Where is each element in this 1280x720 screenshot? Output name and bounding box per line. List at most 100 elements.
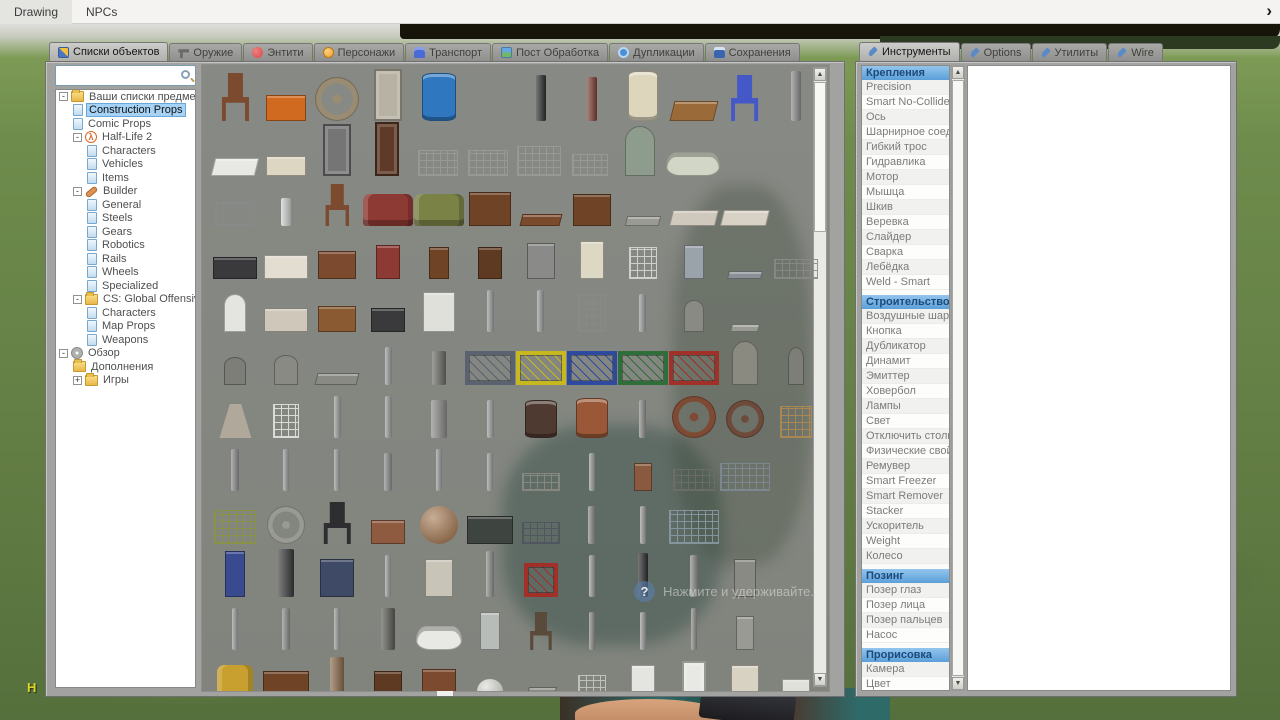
tree-item[interactable]: Steels bbox=[56, 212, 195, 226]
tool-item[interactable]: Ускоритель bbox=[862, 519, 949, 534]
prop-thumbnail[interactable] bbox=[324, 184, 350, 226]
prop-thumbnail[interactable] bbox=[640, 506, 646, 544]
prop-thumbnail[interactable] bbox=[213, 257, 257, 279]
tool-item[interactable]: Ховербол bbox=[862, 384, 949, 399]
prop-thumbnail[interactable] bbox=[471, 71, 509, 121]
prop-thumbnail[interactable] bbox=[736, 616, 754, 650]
tree-item[interactable]: Specialized bbox=[56, 279, 195, 293]
prop-thumbnail[interactable] bbox=[318, 251, 356, 279]
prop-thumbnail[interactable] bbox=[720, 463, 770, 491]
menu-item[interactable]: Drawing bbox=[0, 0, 72, 24]
prop-thumbnail[interactable] bbox=[216, 404, 254, 438]
prop-thumbnail[interactable] bbox=[625, 216, 661, 226]
prop-thumbnail[interactable] bbox=[791, 71, 801, 121]
prop-thumbnail[interactable] bbox=[371, 520, 405, 544]
prop-thumbnail[interactable] bbox=[774, 259, 818, 279]
tool-item[interactable]: Динамит bbox=[862, 354, 949, 369]
collapse-icon[interactable]: - bbox=[59, 349, 68, 358]
tree-item[interactable]: Items bbox=[56, 171, 195, 185]
tool-item[interactable]: Колесо bbox=[862, 549, 949, 564]
prop-thumbnail[interactable] bbox=[730, 324, 760, 332]
prop-thumbnail[interactable] bbox=[580, 241, 604, 279]
prop-thumbnail[interactable] bbox=[420, 506, 458, 544]
tool-item[interactable]: Дубликатор bbox=[862, 339, 949, 354]
tree-item[interactable]: Gears bbox=[56, 225, 195, 239]
tool-item[interactable]: Гидравлика bbox=[862, 155, 949, 170]
prop-thumbnail[interactable] bbox=[525, 687, 557, 692]
tool-item[interactable]: Эмиттер bbox=[862, 369, 949, 384]
prop-thumbnail[interactable] bbox=[477, 679, 503, 692]
prop-thumbnail[interactable] bbox=[669, 210, 719, 226]
tool-item[interactable]: Smart Freezer bbox=[862, 474, 949, 489]
scroll-up-icon[interactable]: ▲ bbox=[952, 66, 964, 79]
prop-thumbnail[interactable] bbox=[727, 271, 763, 279]
prop-thumbnail[interactable] bbox=[385, 396, 392, 438]
tree-item[interactable]: -Обзор bbox=[56, 347, 195, 361]
prop-thumbnail[interactable] bbox=[323, 124, 351, 176]
menu-item[interactable]: NPCs bbox=[72, 0, 131, 24]
prop-thumbnail[interactable] bbox=[432, 351, 446, 385]
tree-item[interactable]: Vehicles bbox=[56, 158, 195, 172]
tool-item[interactable]: Кнопка bbox=[862, 324, 949, 339]
prop-thumbnail[interactable] bbox=[278, 549, 294, 597]
menu-overflow-icon[interactable]: › bbox=[1266, 0, 1272, 22]
prop-thumbnail[interactable] bbox=[385, 555, 391, 597]
prop-thumbnail[interactable] bbox=[639, 400, 646, 438]
tool-item[interactable]: Свет bbox=[862, 414, 949, 429]
prop-thumbnail[interactable] bbox=[431, 400, 447, 438]
tab-entity-2[interactable]: Энтити bbox=[243, 43, 312, 61]
prop-thumbnail[interactable] bbox=[487, 290, 494, 332]
prop-thumbnail[interactable] bbox=[522, 473, 560, 491]
tab-face-3[interactable]: Персонажи bbox=[314, 43, 405, 61]
tool-item[interactable]: Stacker bbox=[862, 504, 949, 519]
prop-thumbnail[interactable] bbox=[436, 449, 442, 491]
prop-thumbnail[interactable] bbox=[232, 608, 238, 650]
tree-item[interactable]: Wheels bbox=[56, 266, 195, 280]
prop-thumbnail[interactable] bbox=[422, 73, 456, 121]
tab-save-7[interactable]: Сохранения bbox=[705, 43, 800, 61]
prop-thumbnail[interactable] bbox=[422, 669, 456, 692]
expand-icon[interactable]: + bbox=[73, 376, 82, 385]
tool-category-header[interactable]: Прорисовка bbox=[862, 648, 949, 662]
prop-thumbnail[interactable] bbox=[673, 469, 715, 491]
prop-thumbnail[interactable] bbox=[576, 398, 608, 438]
prop-thumbnail[interactable] bbox=[572, 154, 608, 176]
collapse-icon[interactable]: - bbox=[73, 295, 82, 304]
prop-thumbnail[interactable] bbox=[266, 95, 306, 121]
prop-thumbnail[interactable] bbox=[274, 355, 298, 385]
prop-thumbnail[interactable] bbox=[669, 351, 719, 385]
prop-thumbnail[interactable] bbox=[468, 150, 508, 176]
prop-thumbnail[interactable] bbox=[578, 294, 606, 332]
tool-item[interactable]: Ремувер bbox=[862, 459, 949, 474]
prop-thumbnail[interactable] bbox=[267, 506, 305, 544]
tab-wrench-0[interactable]: Инструменты bbox=[859, 42, 960, 61]
prop-thumbnail[interactable] bbox=[732, 341, 758, 385]
prop-thumbnail[interactable] bbox=[618, 351, 668, 385]
prop-thumbnail[interactable] bbox=[215, 202, 255, 226]
prop-thumbnail[interactable] bbox=[588, 506, 595, 544]
tool-item[interactable]: Мышца bbox=[862, 185, 949, 200]
prop-thumbnail[interactable] bbox=[639, 294, 646, 332]
prop-thumbnail[interactable] bbox=[264, 255, 308, 279]
prop-thumbnail[interactable] bbox=[480, 612, 500, 650]
collapse-icon[interactable]: - bbox=[73, 133, 82, 142]
tab-gun-1[interactable]: Оружие bbox=[169, 43, 242, 61]
tool-item[interactable]: Шарнирное соеди... bbox=[862, 125, 949, 140]
tab-wrench-2[interactable]: Утилиты bbox=[1032, 43, 1108, 61]
tool-category-header[interactable]: Крепления bbox=[862, 66, 949, 80]
prop-thumbnail[interactable] bbox=[529, 612, 553, 650]
prop-thumbnail[interactable] bbox=[322, 502, 352, 544]
prop-thumbnail[interactable] bbox=[726, 400, 764, 438]
tab-wrench-1[interactable]: Options bbox=[961, 43, 1031, 61]
prop-thumbnail[interactable] bbox=[315, 77, 359, 121]
prop-thumbnail[interactable] bbox=[589, 555, 595, 597]
tool-item[interactable]: Сварка bbox=[862, 245, 949, 260]
search-input[interactable] bbox=[58, 67, 176, 84]
tool-item[interactable]: Веревка bbox=[862, 215, 949, 230]
tool-item[interactable]: Слайдер bbox=[862, 230, 949, 245]
prop-thumbnail[interactable] bbox=[525, 400, 557, 438]
prop-thumbnail[interactable] bbox=[672, 396, 716, 438]
tree-item[interactable]: -Ваши списки предметов bbox=[56, 90, 195, 104]
prop-thumbnail[interactable] bbox=[282, 608, 290, 650]
prop-thumbnail[interactable] bbox=[264, 308, 308, 332]
